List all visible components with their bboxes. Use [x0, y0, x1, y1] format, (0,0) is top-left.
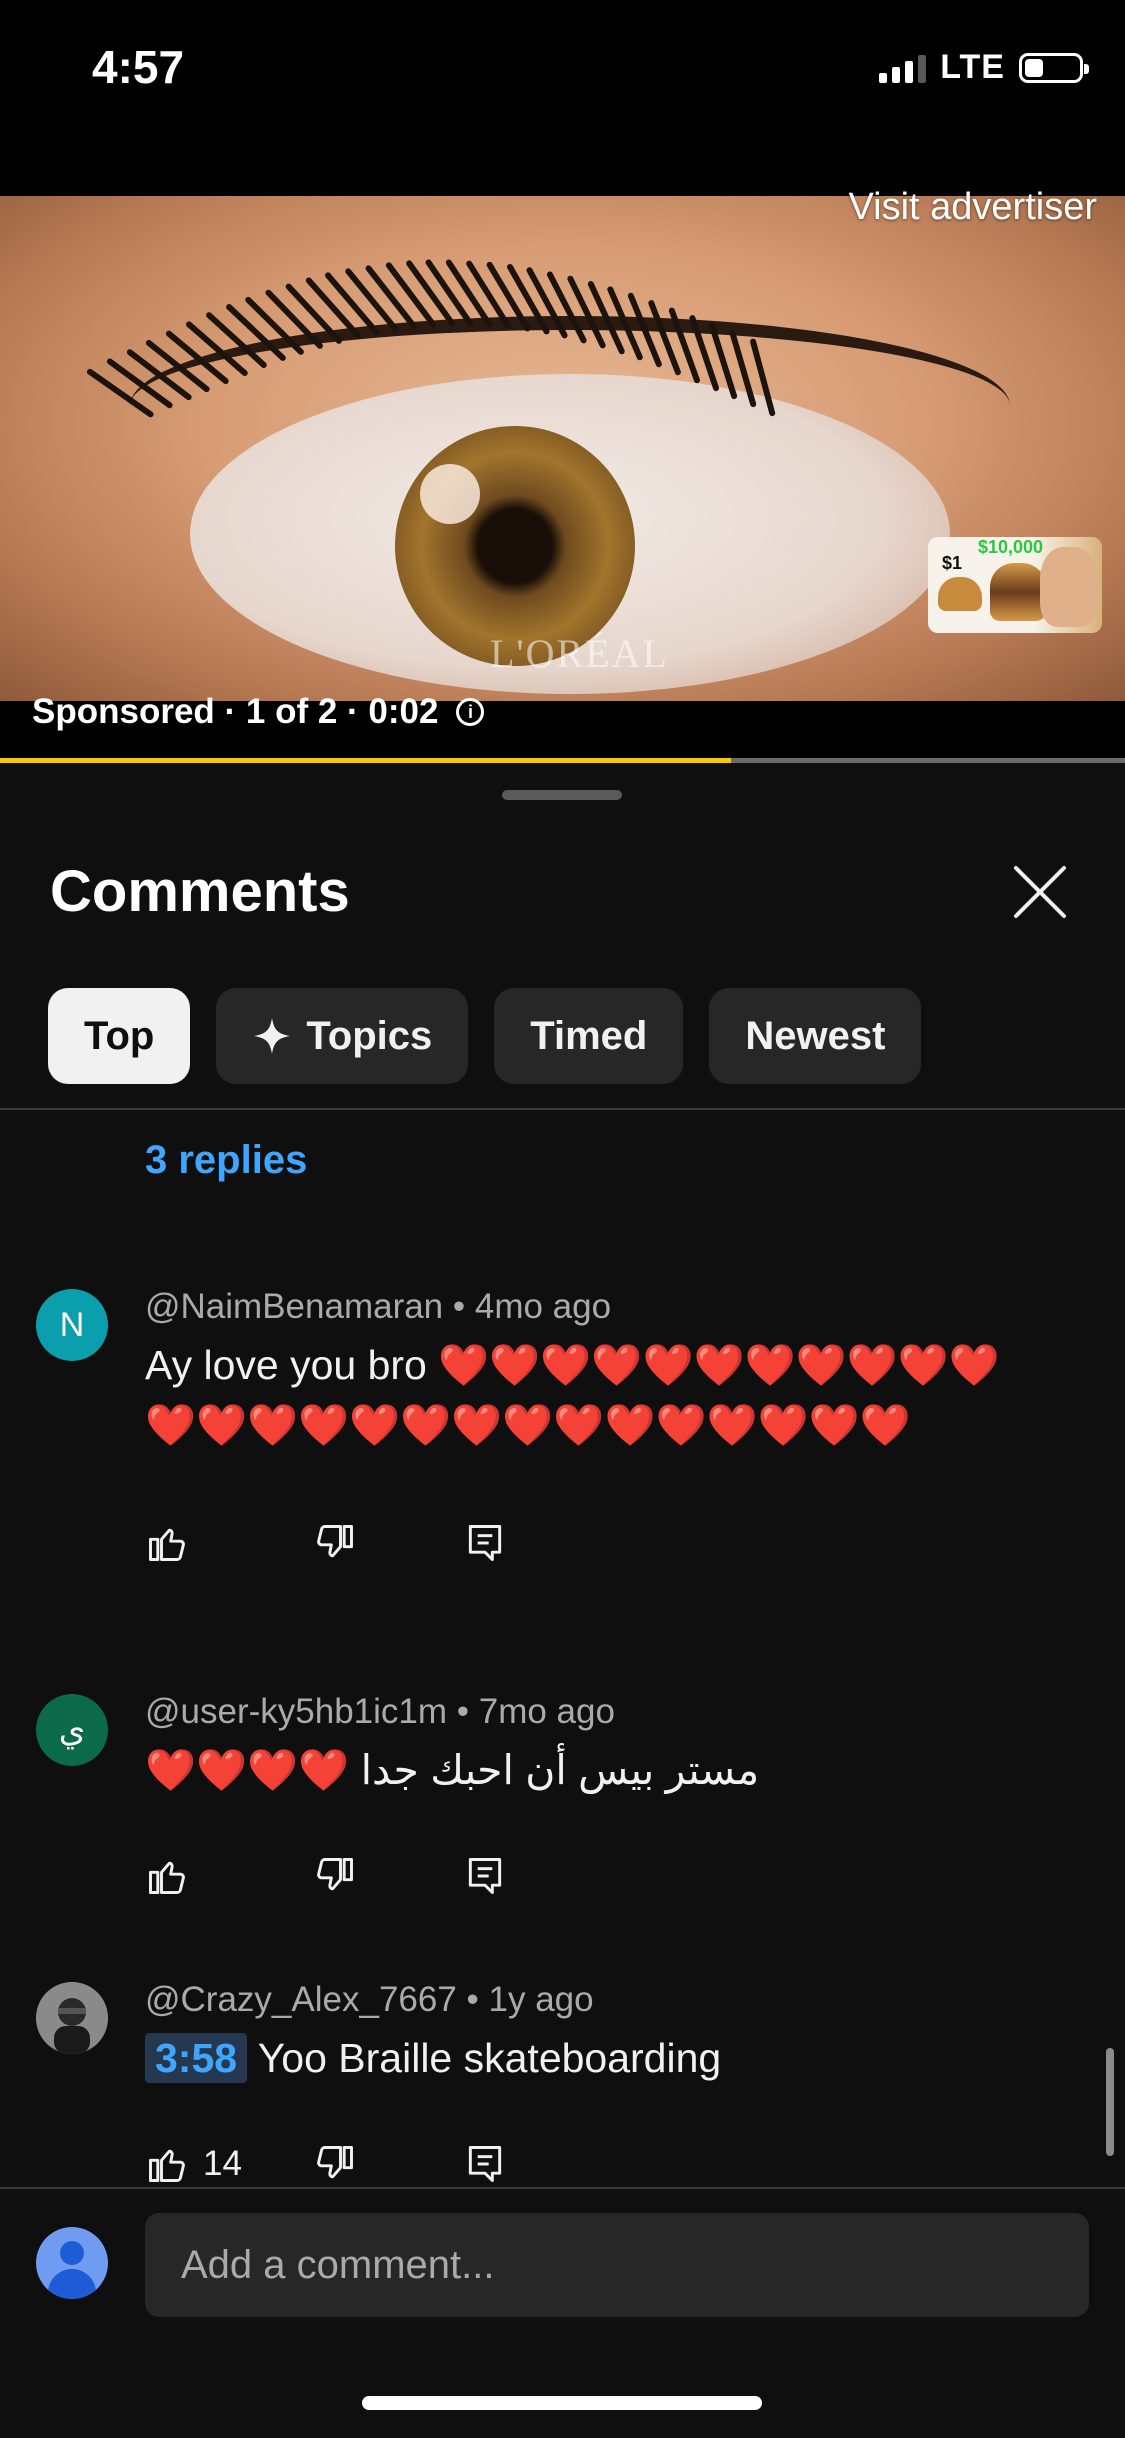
comment-filter-chips: Top Topics Timed Newest — [48, 988, 922, 1084]
user-photo-icon — [36, 1982, 108, 2054]
reply-button[interactable] — [463, 1854, 507, 1898]
chip-top[interactable]: Top — [48, 988, 191, 1084]
reply-button[interactable] — [463, 1521, 507, 1565]
reply-icon — [468, 1858, 502, 1894]
status-bar: 4:57 LTE — [0, 0, 1125, 196]
comments-sheet: Comments Top Topics Timed Newest 3 repli… — [0, 766, 1125, 2436]
burger-image — [938, 577, 982, 611]
like-count: 14 — [203, 2144, 242, 2183]
like-button[interactable] — [145, 1854, 313, 1898]
comment-age: 4mo ago — [474, 1287, 612, 1326]
current-user-avatar[interactable] — [36, 2227, 108, 2299]
next-video-thumbnail[interactable]: $1 $10,000 — [928, 537, 1102, 633]
status-indicators: LTE — [879, 48, 1089, 87]
add-comment-input[interactable] — [145, 2213, 1089, 2317]
comment-text: ❤️❤️❤️❤️ مستر بيس أن احبك جدا — [145, 1747, 760, 1793]
comment-actions: 14 — [145, 2142, 507, 2186]
dislike-button[interactable] — [313, 1521, 463, 1565]
drag-handle[interactable] — [502, 790, 622, 800]
comment-actions — [145, 1854, 507, 1898]
comment-text: Ay love you bro ❤️❤️❤️❤️❤️❤️❤️❤️❤️❤️❤️❤️… — [145, 1342, 1000, 1448]
comments-title: Comments — [50, 859, 350, 924]
like-button[interactable] — [145, 1521, 313, 1565]
brand-watermark: L'ORÉAL — [490, 631, 669, 676]
reply-button[interactable] — [463, 2142, 507, 2186]
chip-topics[interactable]: Topics — [216, 988, 469, 1084]
battery-icon — [1019, 52, 1089, 83]
promo-price-large: $10,000 — [978, 537, 1044, 557]
comment-text-body: Yoo Braille skateboarding — [257, 2035, 722, 2081]
thumbs-up-icon — [149, 1861, 185, 1894]
comment-author[interactable]: @NaimBenamaran — [145, 1287, 443, 1326]
comment-meta: @NaimBenamaran • 4mo ago — [145, 1287, 612, 1326]
sparkle-icon — [254, 1018, 291, 1054]
close-icon — [1014, 866, 1066, 918]
comment-text: 3:58 Yoo Braille skateboarding — [145, 2028, 1005, 2088]
avatar[interactable] — [36, 1982, 108, 2054]
creator-face-image — [1040, 547, 1098, 627]
cellular-signal-icon — [879, 53, 927, 83]
info-icon[interactable]: i — [456, 698, 485, 726]
thumbs-down-icon — [317, 1525, 353, 1558]
reply-icon — [468, 1525, 502, 1561]
status-time: 4:57 — [92, 41, 185, 93]
promo-price-small: $1 — [942, 553, 963, 573]
dislike-button[interactable] — [313, 2142, 463, 2186]
view-replies-link[interactable]: 3 replies — [145, 1138, 307, 1183]
comment-age: 1y ago — [488, 1980, 594, 2019]
comment-age: 7mo ago — [478, 1692, 615, 1731]
ad-progress-fill — [0, 758, 732, 763]
comment-actions — [145, 1521, 507, 1565]
close-button[interactable] — [1010, 862, 1070, 922]
scrollbar[interactable] — [1106, 2048, 1114, 2156]
thumbs-up-icon — [149, 2149, 185, 2182]
home-indicator[interactable] — [362, 2396, 762, 2410]
thumbs-down-icon — [317, 1858, 353, 1891]
video-timestamp-link[interactable]: 3:58 — [145, 2033, 248, 2083]
visit-advertiser-link[interactable]: Visit advertiser — [848, 186, 1097, 229]
network-type: LTE — [940, 48, 1005, 86]
dislike-button[interactable] — [313, 1854, 463, 1898]
comment-meta: @user-ky5hb1ic1m • 7mo ago — [145, 1692, 615, 1731]
burger-image — [990, 563, 1046, 621]
chip-newest[interactable]: Newest — [709, 988, 922, 1084]
sponsored-label: Sponsored · 1 of 2 · 0:02 i — [32, 692, 485, 732]
avatar[interactable]: ي — [36, 1694, 108, 1766]
chip-timed[interactable]: Timed — [494, 988, 684, 1084]
ad-progress-bar — [0, 758, 1125, 763]
reply-icon — [468, 2146, 502, 2182]
divider — [0, 1108, 1125, 1110]
like-button[interactable]: 14 — [145, 2142, 313, 2186]
thumbs-down-icon — [317, 2146, 353, 2179]
comment-meta: @Crazy_Alex_7667 • 1y ago — [145, 1980, 594, 2019]
thumbs-up-icon — [149, 1528, 185, 1561]
avatar[interactable]: N — [36, 1289, 108, 1361]
comment-author[interactable]: @user-ky5hb1ic1m — [145, 1692, 447, 1731]
comment-author[interactable]: @Crazy_Alex_7667 — [145, 1980, 457, 2019]
